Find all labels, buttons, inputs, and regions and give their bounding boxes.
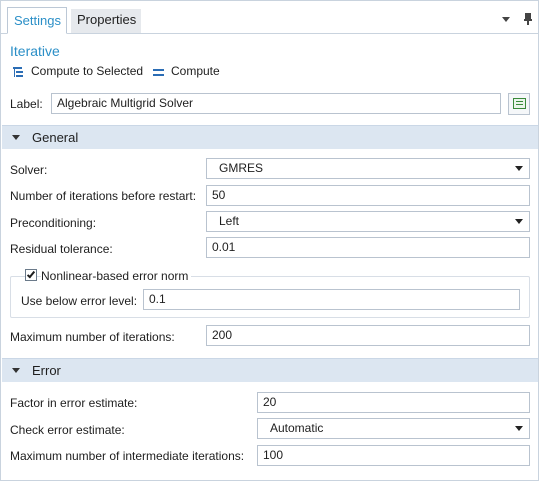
nonlinear-checkbox[interactable] — [25, 269, 37, 281]
checkmark-icon — [26, 269, 36, 279]
tab-strip: Settings Properties — [1, 1, 538, 34]
label-input[interactable]: Algebraic Multigrid Solver — [51, 93, 501, 114]
max-intermediate-label: Maximum number of intermediate iteration… — [10, 449, 245, 463]
residual-label: Residual tolerance: — [10, 242, 113, 256]
chevron-down-icon — [515, 166, 523, 171]
check-error-select[interactable]: Automatic — [257, 418, 530, 439]
chevron-down-icon — [515, 426, 523, 431]
compute-to-selected-icon — [12, 65, 26, 79]
collapse-icon — [12, 368, 20, 373]
restart-input[interactable]: 50 — [206, 185, 530, 206]
compute-icon — [152, 65, 166, 79]
node-title: Iterative — [10, 43, 60, 59]
dropdown-icon[interactable] — [502, 17, 510, 22]
compute-button[interactable]: Compute — [152, 63, 220, 79]
compute-label: Compute — [171, 64, 220, 78]
max-intermediate-input[interactable]: 100 — [257, 445, 530, 466]
compute-to-selected-label: Compute to Selected — [31, 64, 144, 78]
preconditioning-value: Left — [219, 214, 240, 228]
nonlinear-checkbox-label: Nonlinear-based error norm — [41, 268, 192, 284]
section-general-title: General — [32, 130, 79, 145]
solver-value: GMRES — [219, 161, 264, 175]
label-edit-button[interactable] — [508, 93, 530, 115]
factor-input[interactable]: 20 — [257, 392, 530, 413]
section-error[interactable]: Error — [2, 358, 538, 382]
error-level-label: Use below error level: — [21, 294, 138, 308]
preconditioning-select[interactable]: Left — [206, 211, 530, 232]
chevron-down-icon — [515, 219, 523, 224]
collapse-icon — [12, 135, 20, 140]
section-general[interactable]: General — [2, 125, 538, 149]
check-error-value: Automatic — [270, 421, 324, 435]
restart-label: Number of iterations before restart: — [10, 189, 197, 203]
pin-icon[interactable] — [524, 13, 532, 25]
factor-label: Factor in error estimate: — [10, 396, 138, 410]
section-error-title: Error — [32, 363, 61, 378]
settings-panel: Settings Properties Iterative Compute to… — [0, 0, 539, 481]
max-iterations-input[interactable]: 200 — [206, 325, 530, 346]
tab-properties[interactable]: Properties — [71, 9, 141, 33]
label-field-label: Label: — [10, 97, 43, 111]
compute-to-selected-button[interactable]: Compute to Selected — [12, 63, 143, 79]
preconditioning-label: Preconditioning: — [10, 216, 97, 230]
tab-settings[interactable]: Settings — [7, 7, 67, 34]
solver-select[interactable]: GMRES — [206, 158, 530, 179]
error-level-input[interactable]: 0.1 — [143, 289, 520, 310]
max-iterations-label: Maximum number of iterations: — [10, 330, 175, 344]
tab-tools — [502, 13, 532, 27]
solver-label: Solver: — [10, 163, 48, 177]
residual-input[interactable]: 0.01 — [206, 237, 530, 258]
check-error-label: Check error estimate: — [10, 423, 125, 437]
edit-label-icon — [513, 98, 526, 109]
